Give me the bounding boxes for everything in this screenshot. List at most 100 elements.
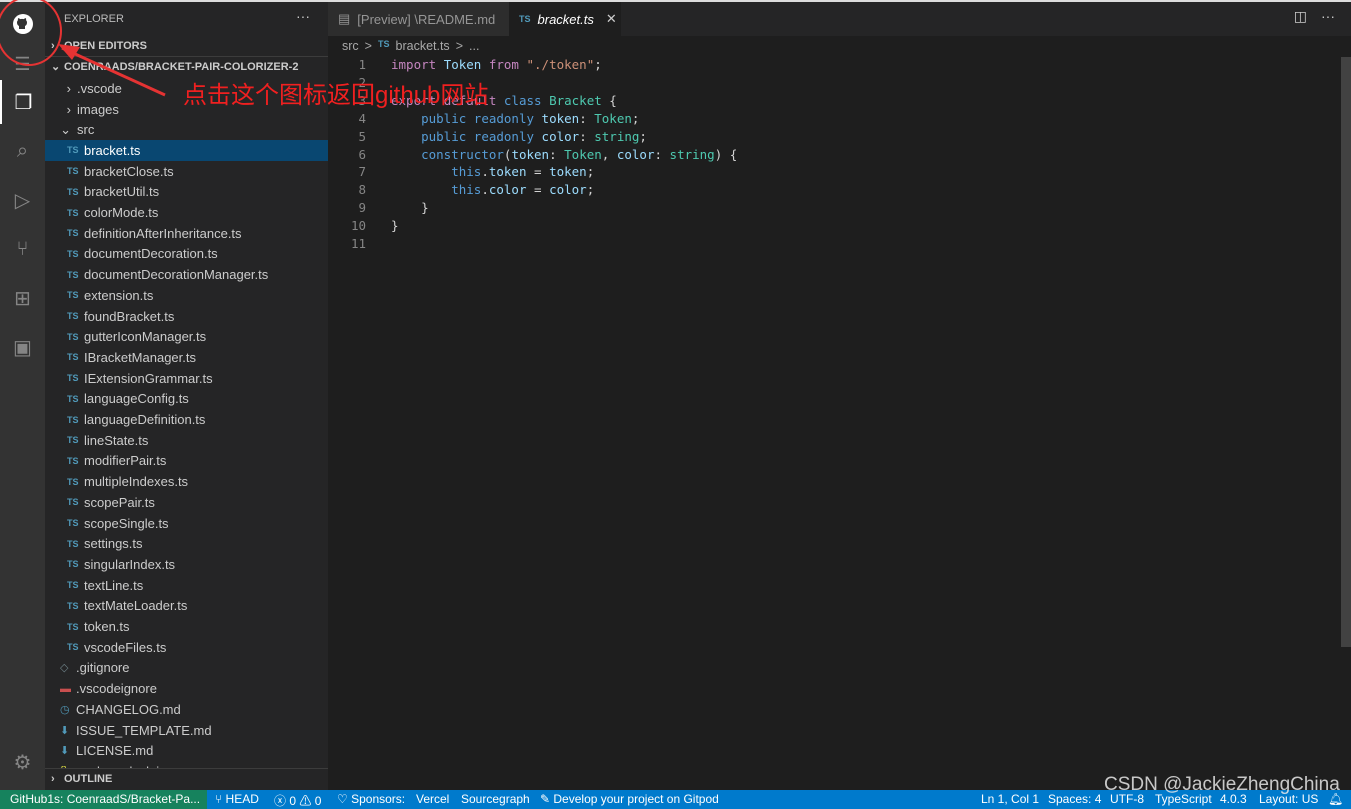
file-label: textMateLoader.ts — [84, 598, 188, 614]
code-line[interactable]: public readonly color: string; — [391, 129, 647, 144]
file-item[interactable]: TS documentDecorationManager.ts — [45, 264, 328, 285]
section-label: OUTLINE — [64, 772, 113, 785]
code-line[interactable]: } — [391, 200, 429, 215]
more-actions-icon[interactable]: ··· — [1321, 8, 1335, 24]
code-line[interactable]: this.token = token; — [391, 164, 594, 179]
file-item[interactable]: TS multipleIndexes.ts — [45, 471, 328, 492]
file-label: settings.ts — [84, 536, 143, 552]
file-item[interactable]: TS languageDefinition.ts — [45, 409, 328, 430]
vercel-link[interactable]: Vercel — [416, 792, 449, 806]
file-item[interactable]: TS bracketClose.ts — [45, 161, 328, 182]
typescript-file-icon: TS — [67, 600, 79, 611]
line-number: 4 — [358, 110, 366, 126]
indentation[interactable]: Spaces: 4 — [1048, 792, 1101, 806]
file-item[interactable]: TS definitionAfterInheritance.ts — [45, 223, 328, 244]
settings-gear-icon[interactable]: ⚙ — [0, 740, 45, 784]
folder-label: src — [77, 122, 95, 138]
file-item[interactable]: ▬ .vscodeignore — [45, 678, 328, 699]
file-item[interactable]: ⬇ ISSUE_TEMPLATE.md — [45, 720, 328, 741]
tab-readme-preview[interactable]: ▤ [Preview] \README.md — [328, 2, 509, 36]
file-item[interactable]: TS scopePair.ts — [45, 492, 328, 513]
source-control-icon[interactable]: ⑂ — [0, 227, 45, 271]
file-item[interactable]: TS textLine.ts — [45, 575, 328, 596]
typescript-icon: TS — [377, 39, 390, 49]
changelog-icon: ◷ — [60, 703, 70, 716]
problems-item[interactable]: ⓧ 0 ⚠ 0 — [274, 792, 321, 809]
watermark: CSDN @JackieZhengChina — [1104, 774, 1340, 795]
file-item[interactable]: TS foundBracket.ts — [45, 306, 328, 327]
breadcrumb-src[interactable]: src — [342, 39, 359, 53]
file-item[interactable]: ⬇ LICENSE.md — [45, 740, 328, 761]
close-icon[interactable]: ✕ — [606, 11, 617, 27]
file-item[interactable]: ◷ CHANGELOG.md — [45, 699, 328, 720]
file-label: bracket.ts — [84, 142, 141, 158]
code-line[interactable]: public readonly token: Token; — [391, 111, 639, 126]
file-item[interactable]: TS scopeSingle.ts — [45, 513, 328, 534]
file-label: languageConfig.ts — [84, 391, 189, 407]
code-line[interactable]: import Token from "./token"; — [391, 57, 602, 72]
remote-indicator[interactable]: GitHub1s: CoenraadS/Bracket-Pa... — [0, 790, 207, 809]
tab-bracket-ts[interactable]: TS bracket.ts ✕ — [509, 2, 621, 36]
file-label: CHANGELOG.md — [76, 701, 181, 717]
code-line[interactable]: constructor(token: Token, color: string)… — [391, 147, 737, 162]
typescript-file-icon: TS — [67, 166, 79, 177]
file-item[interactable]: TS modifierPair.ts — [45, 451, 328, 472]
file-item[interactable]: TS settings.ts — [45, 533, 328, 554]
editor-area: ▤ [Preview] \README.md TS bracket.ts ✕ ◫ ··… — [328, 2, 1351, 790]
file-label: IExtensionGrammar.ts — [84, 370, 213, 386]
file-item[interactable]: TS IBracketManager.ts — [45, 347, 328, 368]
file-item[interactable]: TS vscodeFiles.ts — [45, 637, 328, 658]
typescript-file-icon: TS — [67, 580, 79, 591]
file-item[interactable]: TS extension.ts — [45, 285, 328, 306]
editor-scrollbar[interactable] — [1341, 57, 1351, 647]
cursor-position[interactable]: Ln 1, Col 1 — [981, 792, 1039, 806]
file-label: bracketUtil.ts — [84, 184, 160, 200]
extensions-icon[interactable]: ⊞ — [0, 276, 45, 320]
line-number: 10 — [350, 218, 366, 234]
run-debug-icon[interactable]: ▷ — [0, 178, 45, 222]
line-number: 8 — [358, 182, 366, 198]
file-item[interactable]: TS IExtensionGrammar.ts — [45, 368, 328, 389]
file-item[interactable]: TS bracketUtil.ts — [45, 182, 328, 203]
file-label: vscodeFiles.ts — [84, 639, 167, 655]
outline-section[interactable]: › OUTLINE — [45, 768, 328, 788]
typescript-file-icon: TS — [67, 186, 79, 197]
file-item[interactable]: TS gutterIconManager.ts — [45, 326, 328, 347]
breadcrumb-separator: > — [455, 39, 463, 53]
typescript-file-icon: TS — [67, 373, 79, 384]
typescript-file-icon: TS — [67, 248, 79, 259]
typescript-file-icon: TS — [67, 393, 79, 404]
file-item[interactable]: ◇ .gitignore — [45, 658, 328, 679]
file-item[interactable]: TS lineState.ts — [45, 430, 328, 451]
file-item[interactable]: TS token.ts — [45, 616, 328, 637]
breadcrumb-file[interactable]: bracket.ts — [396, 39, 450, 53]
file-label: singularIndex.ts — [84, 556, 176, 572]
file-item[interactable]: TS textMateLoader.ts — [45, 596, 328, 617]
search-icon[interactable]: ⌕ — [0, 129, 45, 173]
remote-bot-icon[interactable]: ▣ — [0, 325, 45, 369]
line-number: 1 — [358, 57, 366, 72]
breadcrumb-separator: > — [364, 39, 372, 53]
file-label: token.ts — [84, 619, 130, 635]
file-item[interactable]: TS documentDecoration.ts — [45, 244, 328, 265]
sourcegraph-link[interactable]: Sourcegraph — [461, 792, 530, 806]
breadcrumb-symbols[interactable]: ... — [469, 39, 479, 53]
gitpod-link[interactable]: ✎ Develop your project on Gitpod — [540, 792, 719, 806]
activity-bar: ☰ ❐ ⌕ ▷ ⑂ ⊞ ▣ ⚙ — [0, 2, 45, 790]
file-item[interactable]: TS colorMode.ts — [45, 202, 328, 223]
file-item[interactable]: TS singularIndex.ts — [45, 554, 328, 575]
typescript-file-icon: TS — [67, 455, 79, 466]
split-editor-icon[interactable]: ◫ — [1294, 8, 1307, 25]
typescript-file-icon: TS — [67, 497, 79, 508]
file-item[interactable]: TS bracket.ts — [45, 140, 328, 161]
sponsors-item[interactable]: ♡ Sponsors: — [337, 792, 405, 806]
branch-label: HEAD — [225, 792, 259, 806]
file-item[interactable]: TS languageConfig.ts — [45, 389, 328, 410]
more-actions-icon[interactable]: ··· — [296, 8, 310, 24]
folder-item[interactable]: ⌄ src — [45, 119, 328, 140]
code-line[interactable]: } — [391, 218, 399, 233]
file-label: documentDecoration.ts — [84, 246, 218, 262]
branch-item[interactable]: ⑂ HEAD — [215, 792, 259, 806]
code-line[interactable]: this.color = color; — [391, 182, 594, 197]
file-label: lineState.ts — [84, 432, 149, 448]
